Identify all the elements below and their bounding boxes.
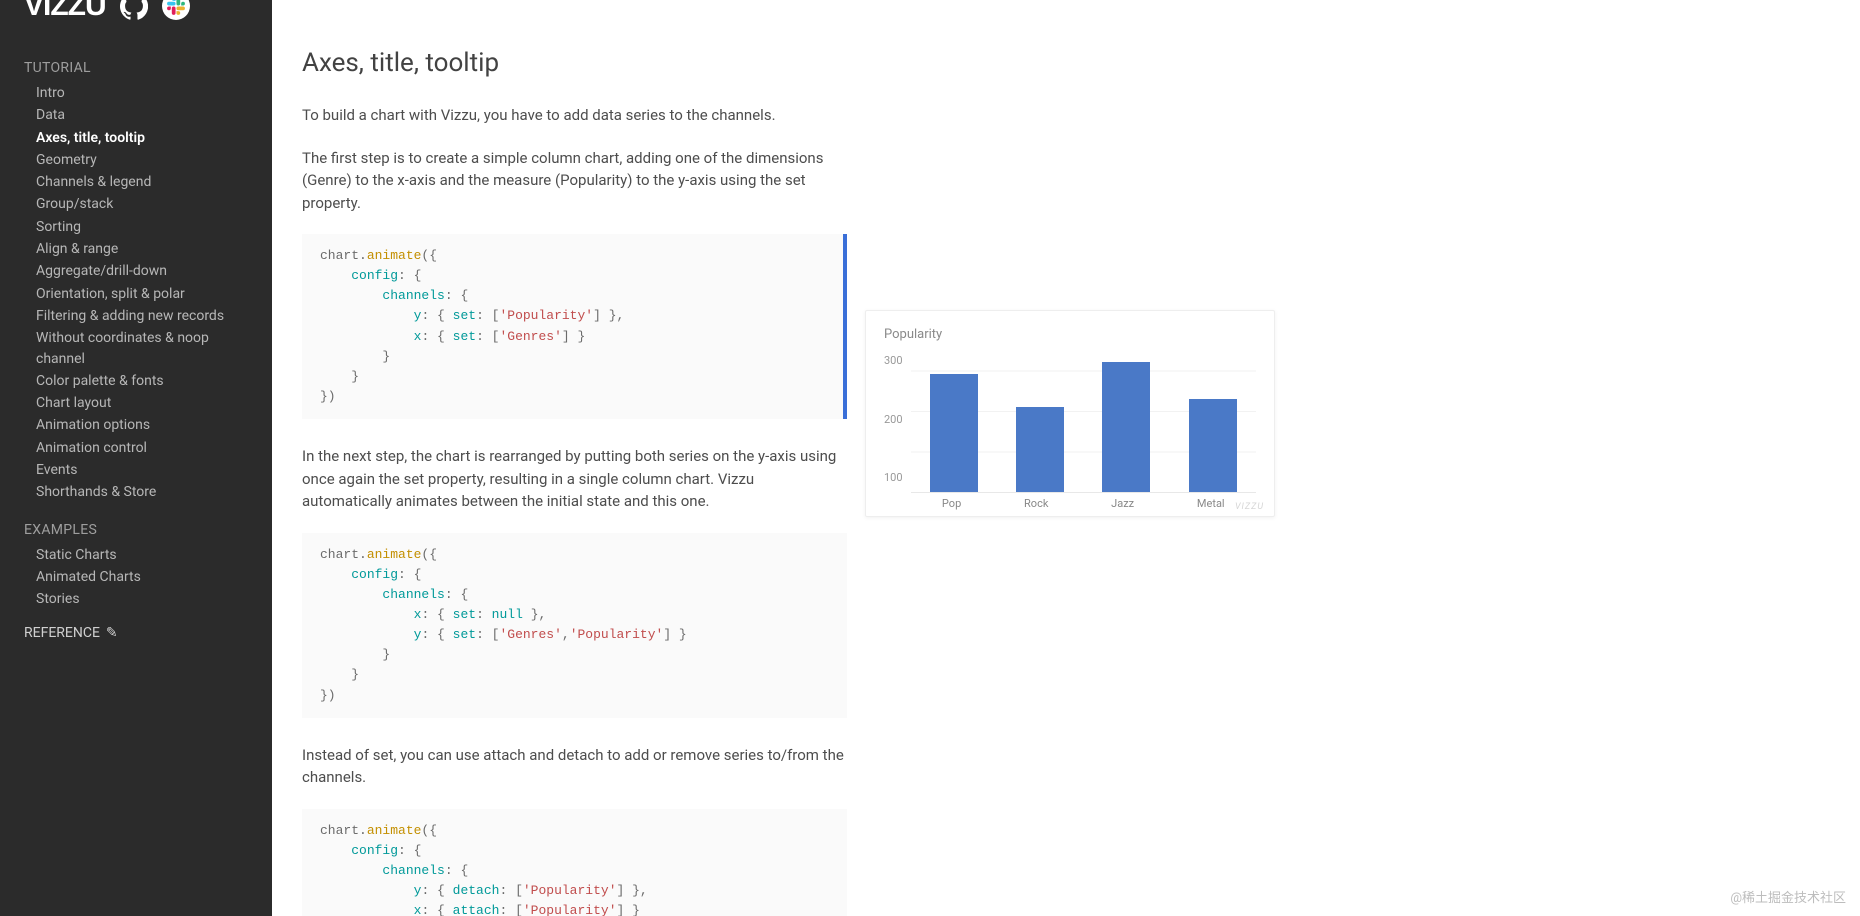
article: Axes, title, tooltip To build a chart wi… bbox=[302, 30, 847, 916]
code-block-1: chart.animate({ config: { channels: { y:… bbox=[302, 234, 847, 419]
sidebar-item-filtering-adding-new-records[interactable]: Filtering & adding new records bbox=[36, 305, 248, 327]
chart-plot: Pop Rock Jazz Metal bbox=[911, 350, 1256, 510]
bar-pop bbox=[930, 374, 978, 492]
sidebar-section-tutorial: TUTORIAL bbox=[24, 60, 248, 76]
bar-metal bbox=[1189, 399, 1237, 492]
sidebar-item-without-coordinates-noop-channel[interactable]: Without coordinates & noop channel bbox=[36, 327, 248, 370]
chart-preview-card: Popularity 300 200 100 Pop Rock Jazz Metal VI… bbox=[865, 310, 1275, 517]
sidebar-item-color-palette-fonts[interactable]: Color palette & fonts bbox=[36, 370, 248, 392]
sidebar-item-events[interactable]: Events bbox=[36, 459, 248, 481]
sidebar-item-shorthands-store[interactable]: Shorthands & Store bbox=[36, 481, 248, 503]
intro-paragraph-3: In the next step, the chart is rearrange… bbox=[302, 445, 847, 513]
reference-label: REFERENCE bbox=[24, 625, 100, 641]
pencil-icon: ✎ bbox=[106, 625, 118, 641]
intro-paragraph-1: To build a chart with Vizzu, you have to… bbox=[302, 104, 847, 127]
sidebar-item-aggregate-drill-down[interactable]: Aggregate/drill-down bbox=[36, 260, 248, 282]
sidebar-item-stories[interactable]: Stories bbox=[36, 588, 248, 610]
tutorial-nav-list: IntroDataAxes, title, tooltipGeometryCha… bbox=[24, 82, 248, 504]
chart-area: 300 200 100 Pop Rock Jazz Metal bbox=[884, 350, 1256, 510]
intro-paragraph-4: Instead of set, you can use attach and d… bbox=[302, 744, 847, 789]
examples-nav-list: Static ChartsAnimated ChartsStories bbox=[24, 544, 248, 611]
bar-rock bbox=[1016, 407, 1064, 492]
sidebar-item-chart-layout[interactable]: Chart layout bbox=[36, 392, 248, 414]
page-title: Axes, title, tooltip bbox=[302, 48, 847, 78]
intro-paragraph-2: The first step is to create a simple col… bbox=[302, 147, 847, 215]
chart-brand-watermark: VIZZU bbox=[1235, 502, 1264, 512]
chart-bars bbox=[911, 350, 1256, 493]
sidebar-item-animation-control[interactable]: Animation control bbox=[36, 437, 248, 459]
slack-icon[interactable] bbox=[162, 0, 190, 20]
x-label-rock: Rock bbox=[1024, 497, 1048, 510]
sidebar-item-data[interactable]: Data bbox=[36, 104, 248, 126]
main-content: Axes, title, tooltip To build a chart wi… bbox=[272, 0, 1860, 916]
sidebar-item-align-range[interactable]: Align & range bbox=[36, 238, 248, 260]
sidebar-item-intro[interactable]: Intro bbox=[36, 82, 248, 104]
chart-x-labels: Pop Rock Jazz Metal bbox=[911, 493, 1256, 510]
sidebar: VIZZU TUTORIAL IntroDataAxes, title, too… bbox=[0, 0, 272, 916]
page-watermark: @稀土掘金技术社区 bbox=[1730, 887, 1846, 906]
code-block-2: chart.animate({ config: { channels: { x:… bbox=[302, 533, 847, 718]
code-block-3: chart.animate({ config: { channels: { y:… bbox=[302, 809, 847, 916]
logo-row: VIZZU bbox=[24, 0, 248, 30]
y-tick: 100 bbox=[884, 471, 903, 484]
sidebar-item-animated-charts[interactable]: Animated Charts bbox=[36, 566, 248, 588]
github-icon[interactable] bbox=[120, 0, 148, 20]
sidebar-item-geometry[interactable]: Geometry bbox=[36, 149, 248, 171]
x-label-jazz: Jazz bbox=[1111, 497, 1134, 510]
sidebar-item-group-stack[interactable]: Group/stack bbox=[36, 193, 248, 215]
bar-jazz bbox=[1102, 362, 1150, 492]
x-label-metal: Metal bbox=[1197, 497, 1225, 510]
sidebar-item-channels-legend[interactable]: Channels & legend bbox=[36, 171, 248, 193]
sidebar-item-orientation-split-polar[interactable]: Orientation, split & polar bbox=[36, 283, 248, 305]
y-tick: 300 bbox=[884, 354, 903, 367]
sidebar-item-sorting[interactable]: Sorting bbox=[36, 216, 248, 238]
sidebar-item-animation-options[interactable]: Animation options bbox=[36, 414, 248, 436]
sidebar-section-examples: EXAMPLES bbox=[24, 522, 248, 538]
y-tick: 200 bbox=[884, 413, 903, 426]
x-label-pop: Pop bbox=[942, 497, 961, 510]
brand-logo[interactable]: VIZZU bbox=[24, 0, 106, 23]
chart-y-axis: 300 200 100 bbox=[884, 350, 911, 498]
sidebar-item-static-charts[interactable]: Static Charts bbox=[36, 544, 248, 566]
sidebar-item-axes-title-tooltip[interactable]: Axes, title, tooltip bbox=[36, 127, 248, 149]
chart-title: Popularity bbox=[884, 327, 1256, 342]
reference-link[interactable]: REFERENCE ✎ bbox=[24, 625, 248, 641]
